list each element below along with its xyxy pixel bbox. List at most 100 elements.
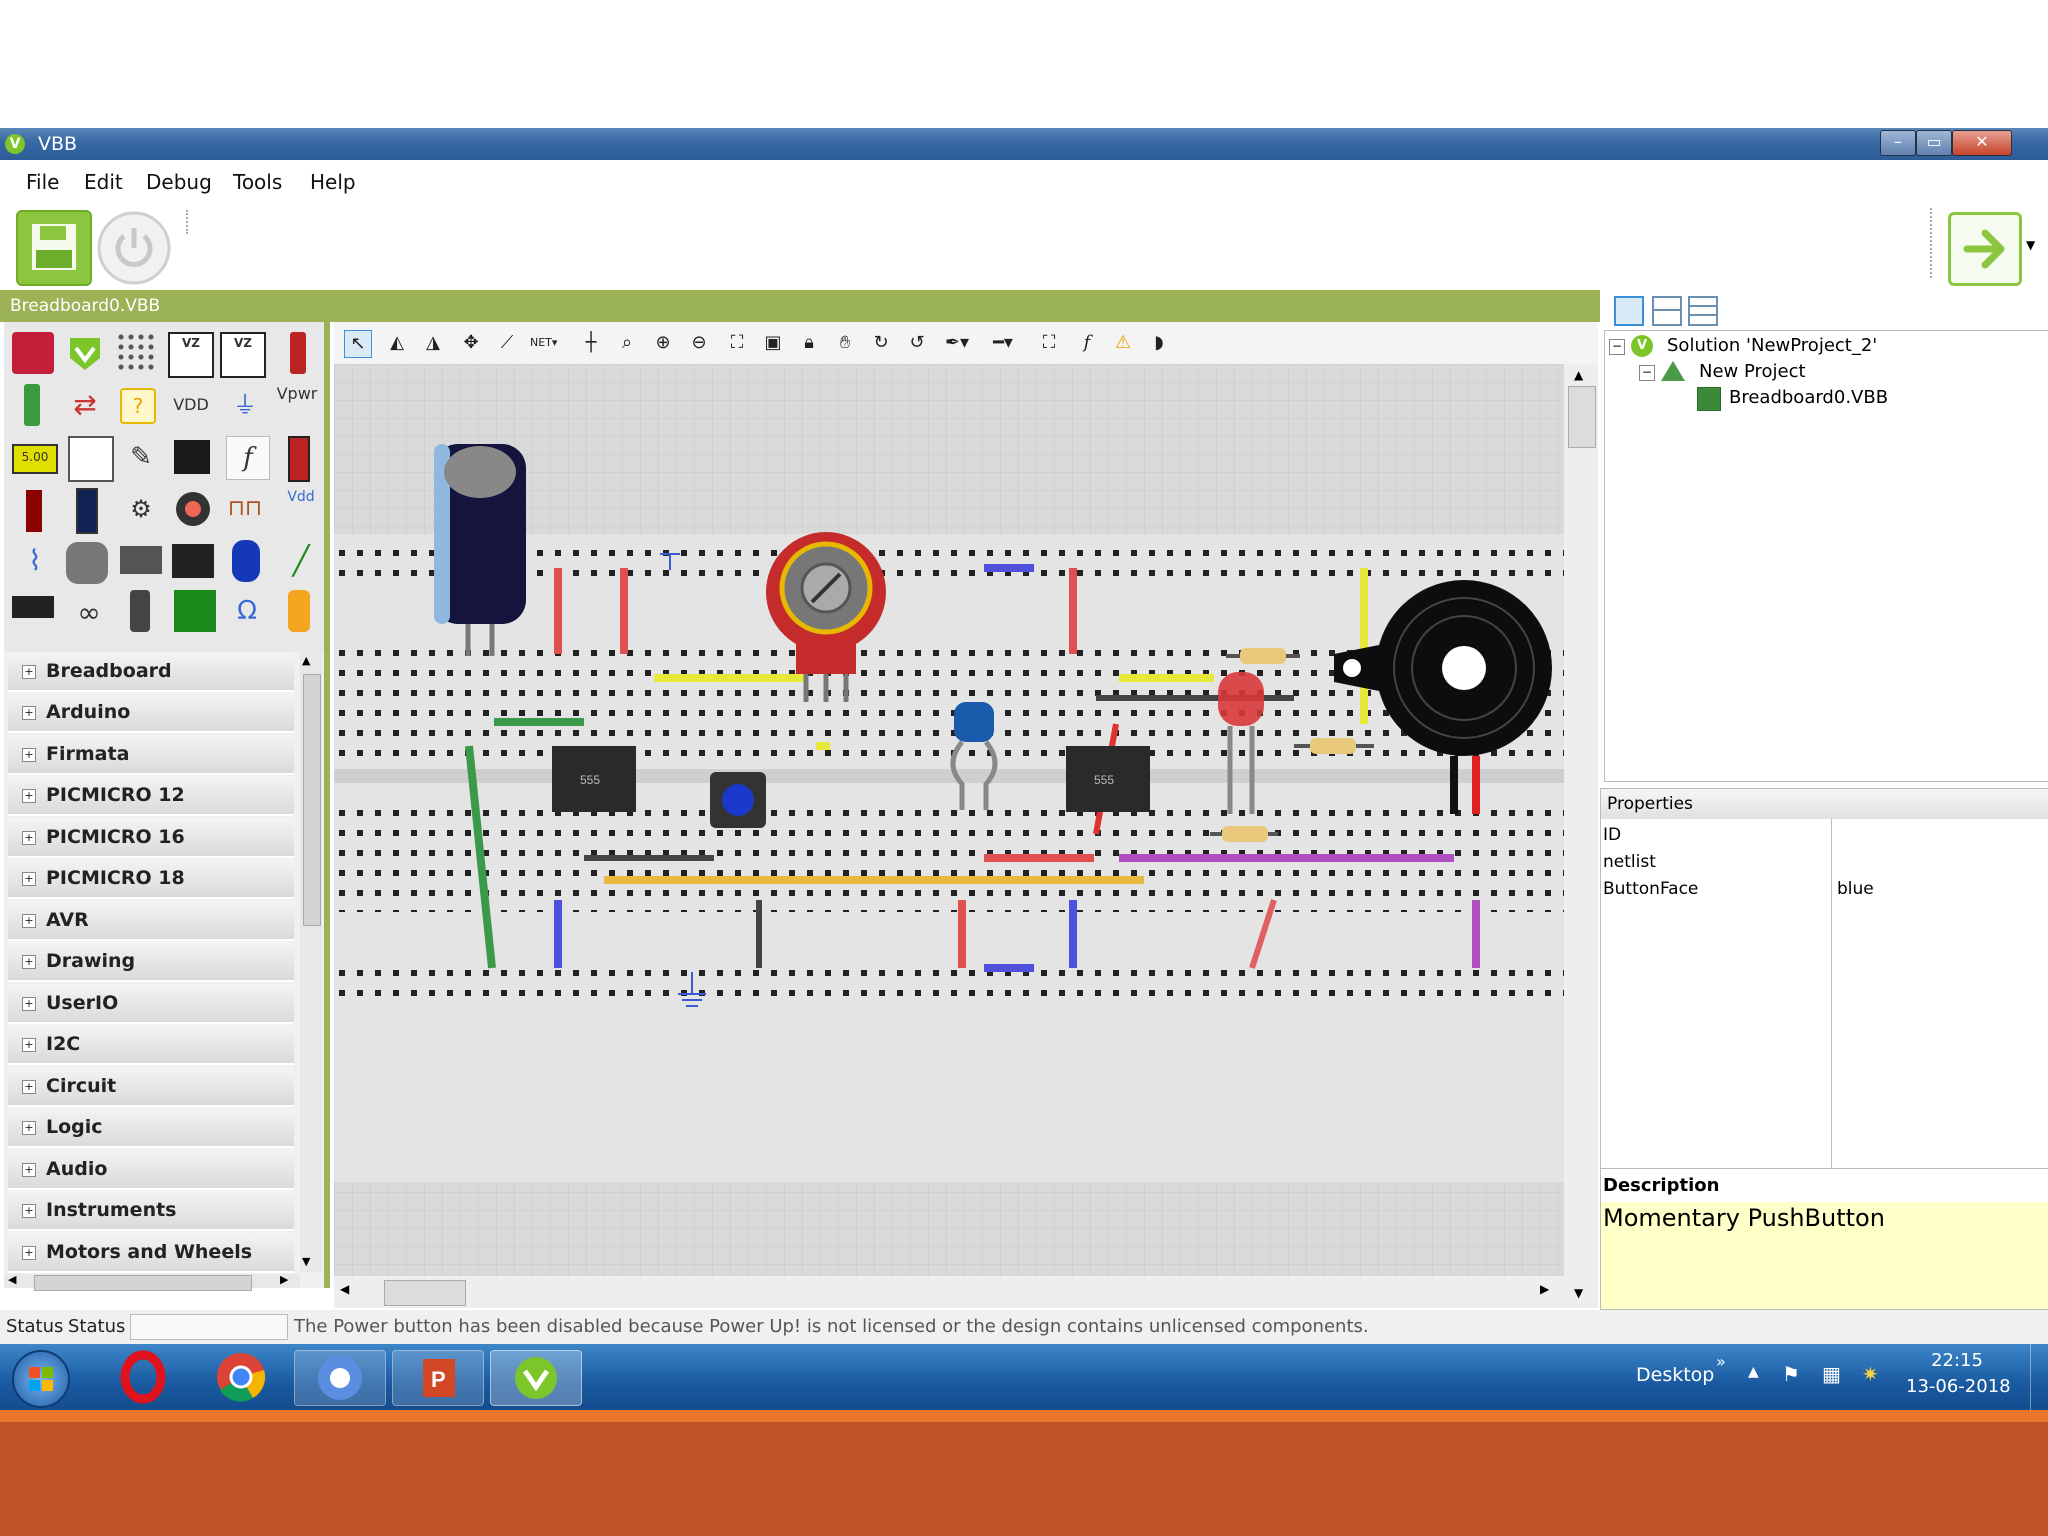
pen-tool-icon[interactable]: ✒▾ (944, 330, 970, 356)
vbb-logo-icon[interactable] (64, 332, 106, 374)
collapse-icon[interactable]: − (1609, 339, 1625, 355)
probe-icon[interactable]: ✎ (120, 436, 162, 478)
scroll-left-icon[interactable]: ◀ (8, 1273, 16, 1286)
relay-icon[interactable] (288, 436, 310, 482)
tree-project[interactable]: New Project (1699, 361, 1806, 382)
function-tool-icon[interactable]: f (1074, 330, 1100, 356)
rotate-ccw-icon[interactable]: ↺ (904, 330, 930, 356)
header-connector-icon[interactable] (120, 546, 162, 574)
ceramic-capacitor-icon[interactable]: Ω (226, 590, 268, 632)
category-logic[interactable]: + Logic (8, 1108, 294, 1148)
shield-icon[interactable]: VZ (168, 332, 214, 378)
zoom-fit-icon[interactable]: ⛶ (724, 330, 750, 356)
chrome-button[interactable] (196, 1350, 286, 1404)
category-circuit[interactable]: + Circuit (8, 1067, 294, 1107)
category-motors-and-wheels[interactable]: + Motors and Wheels (8, 1233, 294, 1273)
vdd-resistor-icon[interactable]: Vdd (280, 488, 322, 530)
zoom-out-icon[interactable]: ⊖ (686, 330, 712, 356)
hscroll-thumb[interactable] (384, 1280, 466, 1306)
scroll-down-icon[interactable]: ▼ (1574, 1286, 1583, 1300)
lcd-shield-icon[interactable]: VZ (220, 332, 266, 378)
single-view-icon[interactable] (1614, 296, 1644, 326)
ic-chip-icon[interactable] (172, 544, 214, 578)
transistor-icon[interactable] (130, 590, 150, 632)
action-center-flag-icon[interactable]: ⚑ (1782, 1362, 1800, 1386)
power-button[interactable] (96, 210, 172, 286)
pan-hand-icon[interactable]: ✋︎ (832, 330, 858, 356)
category-arduino[interactable]: + Arduino (8, 693, 294, 733)
scroll-thumb[interactable] (303, 674, 321, 926)
volume-icon[interactable]: ✷ (1862, 1362, 1879, 1386)
nodes-tool-icon[interactable]: ⛶ (1036, 330, 1062, 356)
dark-module-icon[interactable] (76, 488, 98, 534)
scroll-right-icon[interactable]: ▶ (280, 1273, 288, 1286)
capacitor-icon[interactable] (232, 540, 260, 582)
lock-icon[interactable]: 🔒︎ (796, 330, 822, 356)
warning-icon[interactable]: ⚠ (1110, 330, 1136, 356)
show-hidden-icons-icon[interactable]: ▲ (1748, 1364, 1759, 1380)
save-button[interactable] (16, 210, 92, 286)
network-icon[interactable]: ▦ (1822, 1362, 1841, 1386)
switch-icon[interactable] (12, 596, 54, 618)
menu-help[interactable]: Help (310, 170, 356, 194)
category-picmicro-18[interactable]: + PICMICRO 18 (8, 859, 294, 899)
unknown-component-icon[interactable]: ? (120, 388, 156, 424)
ground-icon[interactable]: ⏚ (224, 384, 266, 426)
flip-horizontal-icon[interactable]: ◭ (384, 330, 410, 356)
scroll-left-icon[interactable]: ◀ (340, 1282, 349, 1296)
desktop-toolbar-label[interactable]: Desktop (1636, 1364, 1714, 1386)
minimize-button[interactable]: – (1880, 130, 1916, 156)
category-i2c[interactable]: + I2C (8, 1025, 294, 1065)
collapse-icon[interactable]: − (1639, 365, 1655, 381)
menu-file[interactable]: File (26, 170, 59, 194)
tree-file[interactable]: Breadboard0.VBB (1729, 387, 1888, 408)
vpwr-icon[interactable]: Vpwr (276, 384, 318, 426)
crystal-icon[interactable] (66, 542, 108, 584)
scroll-down-icon[interactable]: ▼ (302, 1255, 310, 1268)
menu-edit[interactable]: Edit (84, 170, 123, 194)
net-tool-icon[interactable]: NET▾ (530, 330, 557, 356)
powerpoint-button[interactable]: P (392, 1350, 484, 1406)
lcd-display-icon[interactable] (174, 440, 210, 474)
junction-tool-icon[interactable]: ┼ (578, 330, 604, 356)
category-drawing[interactable]: + Drawing (8, 942, 294, 982)
vdd-icon[interactable]: VDD (170, 384, 212, 426)
rotary-knob-icon[interactable] (172, 488, 214, 530)
run-button[interactable] (1948, 212, 2022, 286)
function-icon[interactable]: f (226, 436, 270, 480)
diode-icon[interactable]: ╱ (280, 540, 322, 582)
split-view-icon[interactable] (1652, 296, 1682, 326)
vscroll-thumb[interactable] (1568, 386, 1596, 448)
category-instruments[interactable]: + Instruments (8, 1191, 294, 1231)
servo-icon[interactable]: ⚙ (120, 488, 162, 530)
shape-tool-icon[interactable]: ◗ (1146, 330, 1172, 356)
category-avr[interactable]: + AVR (8, 901, 294, 941)
arduino-uno-icon[interactable] (12, 332, 54, 374)
swap-arrows-icon[interactable]: ⇄ (64, 384, 106, 426)
category-breadboard[interactable]: + Breadboard (8, 652, 294, 692)
move-tool-icon[interactable]: ✥ (458, 330, 484, 356)
zoom-window-icon[interactable]: ▣ (760, 330, 786, 356)
keypad-icon[interactable] (174, 590, 216, 632)
hscroll-thumb[interactable] (34, 1275, 252, 1291)
zoom-in-icon[interactable]: ⊕ (650, 330, 676, 356)
document-tab[interactable]: Breadboard0.VBB (0, 290, 1600, 322)
breadboard-drawing[interactable]: 555 555 (334, 364, 1564, 1276)
dip-switch-icon[interactable]: ∞ (68, 592, 110, 634)
category-hscroll[interactable]: ◀ ▶ (4, 1273, 300, 1291)
select-tool-icon[interactable]: ↖ (344, 330, 372, 358)
clock-date[interactable]: 13-06-2018 (1906, 1376, 2011, 1397)
category-picmicro-12[interactable]: + PICMICRO 12 (8, 776, 294, 816)
line-style-icon[interactable]: ━▾ (990, 330, 1016, 356)
menu-tools[interactable]: Tools (233, 170, 282, 194)
search-icon[interactable]: ⌕ (614, 330, 640, 356)
run-dropdown-icon[interactable]: ▼ (2026, 238, 2035, 252)
resistor-network-icon[interactable]: ⊓⊓ (224, 488, 266, 530)
clock-time[interactable]: 22:15 (1920, 1350, 1994, 1371)
breadboard-icon[interactable] (116, 332, 158, 374)
category-firmata[interactable]: + Firmata (8, 735, 294, 775)
green-module-icon[interactable] (24, 384, 40, 426)
property-value[interactable]: blue (1837, 879, 1874, 899)
led-icon[interactable] (288, 590, 310, 632)
scroll-right-icon[interactable]: ▶ (1540, 1282, 1549, 1296)
